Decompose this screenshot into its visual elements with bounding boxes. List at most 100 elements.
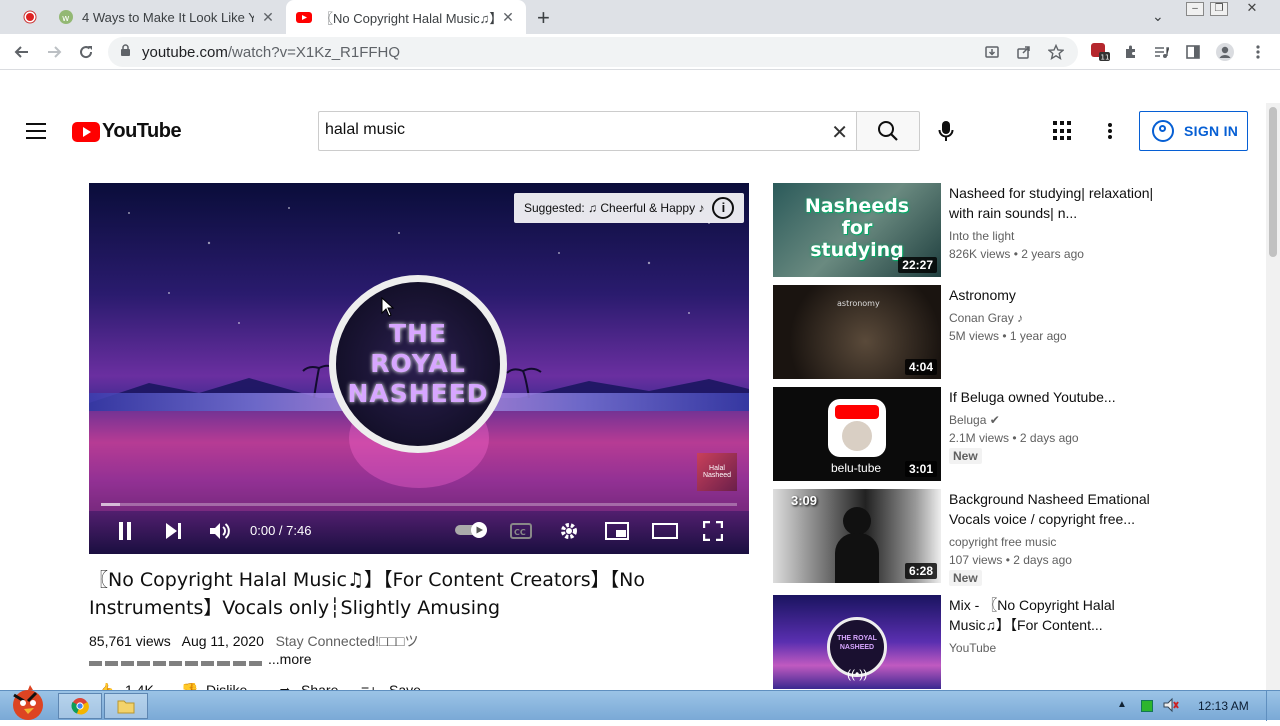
video-title[interactable]: If Beluga owned Youtube...: [949, 387, 1164, 407]
puzzle-extensions-icon[interactable]: [1121, 42, 1141, 62]
lock-icon[interactable]: [120, 44, 131, 60]
apps-grid-icon[interactable]: [1053, 121, 1073, 141]
wikihow-icon: w: [58, 9, 74, 25]
browser-menu-icon[interactable]: [1248, 42, 1268, 62]
video-title[interactable]: Nasheed for studying| relaxation| with r…: [949, 183, 1164, 223]
show-more-link[interactable]: ...more: [268, 651, 312, 667]
info-icon[interactable]: i: [712, 197, 735, 219]
extension-recorder-icon[interactable]: 11: [1090, 42, 1110, 62]
recommended-video[interactable]: astronomy 4:04 Astronomy Conan Gray ♪ 5M…: [773, 285, 1173, 381]
reload-icon[interactable]: [76, 42, 96, 62]
logo-line: NASHEED: [347, 379, 489, 408]
hamburger-menu-icon[interactable]: [26, 123, 46, 139]
taskbar-clock[interactable]: 12:13 AM: [1198, 699, 1249, 713]
svg-text:CC: CC: [514, 528, 526, 537]
suggested-video-card[interactable]: Suggested: ♫ Cheerful & Happy ♪ i: [514, 193, 745, 223]
settings-gear-icon[interactable]: [555, 517, 583, 545]
video-thumbnail[interactable]: belu-tube 3:01: [773, 387, 941, 481]
tab-search-chevron-icon[interactable]: ⌄: [1152, 8, 1164, 25]
thumbnail-text: 3:09: [791, 493, 818, 508]
recommended-video[interactable]: Nasheeds for studying 22:27 Nasheed for …: [773, 183, 1173, 279]
tray-volume-muted-icon[interactable]: [1163, 697, 1179, 718]
voice-search-button[interactable]: [930, 115, 962, 147]
new-badge: New: [949, 570, 982, 586]
clear-search-icon[interactable]: ✕: [831, 120, 848, 145]
video-thumbnail[interactable]: astronomy 4:04: [773, 285, 941, 379]
volume-icon[interactable]: [206, 517, 234, 545]
channel-name[interactable]: copyright free music: [949, 535, 1056, 549]
miniplayer-icon[interactable]: [603, 517, 631, 545]
youtube-play-logo-icon: [72, 121, 100, 142]
restore-icon[interactable]: ❐: [1210, 2, 1228, 16]
subtitles-cc-icon[interactable]: CC: [507, 517, 535, 545]
start-button[interactable]: [6, 683, 52, 721]
video-thumbnail[interactable]: Nasheeds for studying 22:27: [773, 183, 941, 277]
logo-line: ROYAL: [370, 349, 466, 378]
browser-tab-strip: w 4 Ways to Make It Look Like Yo ✕ 〖No C…: [0, 0, 1280, 34]
channel-name[interactable]: Beluga ✔: [949, 413, 1000, 427]
channel-name[interactable]: YouTube: [949, 641, 996, 655]
video-thumbnail[interactable]: 3:09 6:28: [773, 489, 941, 583]
duration-badge: 4:04: [904, 359, 937, 375]
page-scrollbar[interactable]: [1266, 103, 1280, 690]
sign-in-button[interactable]: SIGN IN: [1139, 111, 1248, 151]
back-arrow-icon[interactable]: [12, 42, 32, 62]
thumbnail-art-title: astronomy: [837, 299, 880, 308]
settings-more-icon[interactable]: [1100, 121, 1120, 141]
close-tab-icon[interactable]: ✕: [500, 9, 516, 26]
recommended-video[interactable]: 3:09 6:28 Background Nasheed Emational V…: [773, 489, 1173, 586]
address-bar[interactable]: youtube.com/watch?v=X1Kz_R1FFHQ: [108, 37, 1078, 67]
scrollbar-thumb[interactable]: [1269, 107, 1277, 257]
next-video-icon[interactable]: [159, 517, 187, 545]
taskbar-file-explorer[interactable]: [104, 693, 148, 719]
video-title[interactable]: Background Nasheed Emational Vocals voic…: [949, 489, 1164, 529]
belutube-logo-icon: [828, 399, 886, 457]
close-window-icon[interactable]: ✕: [1243, 1, 1261, 16]
description-snippet: Stay Connected!□□□ツ: [275, 633, 419, 649]
media-playlist-icon[interactable]: [1151, 42, 1171, 62]
minimize-icon[interactable]: –: [1186, 2, 1204, 16]
side-panel-icon[interactable]: [1183, 42, 1203, 62]
profile-avatar-icon[interactable]: [1215, 42, 1235, 62]
search-input[interactable]: [325, 121, 805, 139]
video-title[interactable]: Astronomy: [949, 285, 1164, 305]
video-title[interactable]: Mix - 〖No Copyright Halal Music♫】【For Co…: [949, 595, 1164, 635]
video-meta: 826K views • 2 years ago: [949, 247, 1084, 261]
share-icon[interactable]: [1014, 42, 1034, 62]
install-app-icon[interactable]: [982, 42, 1002, 62]
fullscreen-icon[interactable]: [699, 517, 727, 545]
folder-icon: [117, 700, 135, 714]
tab-pinned[interactable]: [12, 0, 48, 34]
tab-youtube[interactable]: 〖No Copyright Halal Music♫】 ✕: [286, 0, 526, 34]
tray-expand-icon[interactable]: ▲: [1117, 699, 1127, 710]
video-thumbnail[interactable]: THE ROYAL NASHEED ((•)): [773, 595, 941, 689]
new-tab-button[interactable]: +: [537, 5, 550, 31]
pause-icon[interactable]: [111, 517, 139, 545]
tab-title: 4 Ways to Make It Look Like Yo: [82, 9, 254, 25]
video-player[interactable]: THE ROYAL NASHEED Suggested: ♫ Cheerful …: [89, 183, 749, 554]
youtube-wordmark: YouTube: [102, 120, 182, 142]
bookmark-star-icon[interactable]: [1046, 42, 1066, 62]
tray-app-icon[interactable]: [1141, 700, 1153, 712]
browser-toolbar: youtube.com/watch?v=X1Kz_R1FFHQ 11: [0, 34, 1280, 70]
search-button[interactable]: [856, 111, 920, 151]
time-readout: 0:00 / 7:46: [250, 523, 312, 538]
show-desktop-button[interactable]: [1266, 691, 1280, 721]
close-tab-icon[interactable]: ✕: [260, 9, 276, 26]
os-taskbar: ▲ 12:13 AM: [0, 685, 1280, 721]
thumbnail-text: belu-tube: [831, 461, 882, 475]
channel-watermark[interactable]: Halal Nasheed: [697, 453, 737, 491]
recommended-video[interactable]: belu-tube 3:01 If Beluga owned Youtube..…: [773, 387, 1173, 483]
angry-bird-start-icon: [13, 685, 43, 720]
recommended-mix[interactable]: THE ROYAL NASHEED ((•)) Mix - 〖No Copyri…: [773, 595, 1173, 691]
svg-text:11: 11: [1101, 54, 1110, 62]
tab-wikihow[interactable]: w 4 Ways to Make It Look Like Yo ✕: [48, 0, 286, 34]
progress-bar[interactable]: [101, 503, 737, 506]
theater-mode-icon[interactable]: [651, 517, 679, 545]
autoplay-toggle[interactable]: [455, 522, 489, 538]
channel-name[interactable]: Into the light: [949, 229, 1014, 243]
forward-arrow-icon[interactable]: [44, 42, 64, 62]
channel-name[interactable]: Conan Gray ♪: [949, 311, 1023, 325]
taskbar-chrome[interactable]: [58, 693, 102, 719]
youtube-logo[interactable]: YouTube: [72, 120, 182, 143]
